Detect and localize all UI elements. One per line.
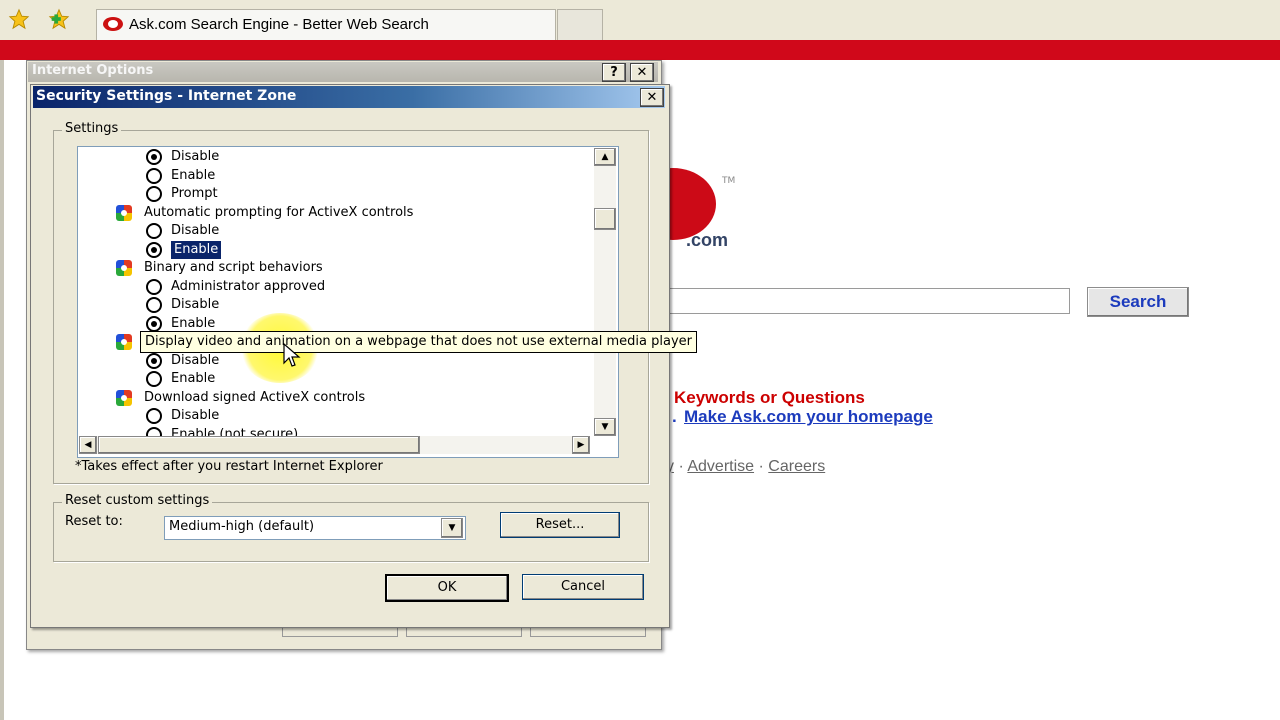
chevron-down-icon[interactable]: ▼ <box>441 518 463 538</box>
footer-links: y · Advertise · Careers <box>666 458 825 476</box>
dialog-close-button[interactable]: ✕ <box>640 88 664 107</box>
keywords-tagline: Keywords or Questions <box>674 388 865 407</box>
settings-tree-list[interactable]: Disable Enable Prompt Automatic prompting f… <box>77 146 619 458</box>
settings-category-label: Binary and script behaviors <box>144 260 323 275</box>
reset-group-label: Reset custom settings <box>62 493 213 508</box>
separator-dot: . <box>672 407 677 426</box>
settings-category-icon <box>116 260 132 276</box>
vertical-scroll-thumb[interactable] <box>594 208 616 230</box>
horizontal-scroll-thumb[interactable] <box>98 436 420 454</box>
radio-unchecked-icon[interactable] <box>146 297 162 313</box>
browser-tab-ask[interactable]: Ask.com Search Engine - Better Web Searc… <box>96 9 556 40</box>
mouse-cursor-icon <box>283 343 301 367</box>
settings-option-label: Disable <box>171 408 220 423</box>
logo-trademark: TM <box>722 176 736 186</box>
settings-category-label: Download signed ActiveX controls <box>144 389 366 405</box>
reset-to-value: Medium-high (default) <box>169 519 315 534</box>
settings-category-label: Automatic prompting for ActiveX controls <box>144 204 414 220</box>
settings-option-label: Administrator approved <box>171 278 326 294</box>
settings-option-label: Enable <box>171 315 216 331</box>
settings-category-icon <box>116 334 132 350</box>
radio-checked-icon[interactable] <box>146 241 162 258</box>
scroll-up-button[interactable]: ▲ <box>594 148 616 166</box>
settings-option-label: Enable <box>171 240 222 259</box>
restart-note: *Takes effect after you restart Internet… <box>75 459 383 474</box>
footer-link-advertise[interactable]: Advertise <box>687 458 754 475</box>
io-close-button[interactable]: ✕ <box>630 63 654 82</box>
scroll-left-button[interactable]: ◀ <box>79 436 97 454</box>
settings-option-label: Disable <box>171 352 220 368</box>
settings-category-icon <box>116 204 132 221</box>
ok-button[interactable]: OK <box>385 574 509 602</box>
search-input[interactable] <box>640 288 1070 314</box>
radio-checked-icon[interactable] <box>146 315 162 332</box>
star-icon[interactable] <box>8 8 30 30</box>
settings-option-label: Disable <box>171 149 220 164</box>
settings-option-label: Disable <box>171 223 220 238</box>
scroll-down-button[interactable]: ▼ <box>594 418 616 436</box>
security-settings-title: Security Settings - Internet Zone <box>36 88 297 104</box>
logo-com-text: .com <box>686 230 729 250</box>
reset-button[interactable]: Reset... <box>500 512 620 538</box>
radio-unchecked-icon[interactable] <box>146 186 162 202</box>
footer-link-careers[interactable]: Careers <box>768 458 825 475</box>
reset-to-label: Reset to: <box>65 514 123 529</box>
window-edge <box>0 60 4 720</box>
radio-unchecked-icon[interactable] <box>146 223 162 239</box>
help-button[interactable]: ? <box>602 63 626 82</box>
scroll-right-button[interactable]: ▶ <box>572 436 590 454</box>
radio-unchecked-icon[interactable] <box>146 167 162 184</box>
radio-checked-icon[interactable] <box>146 352 162 369</box>
settings-category-icon <box>116 389 132 406</box>
ask-header-band <box>0 40 1280 60</box>
settings-option-label: Disable <box>171 297 220 312</box>
footer-separator: · <box>678 458 688 475</box>
radio-checked-icon[interactable] <box>146 149 162 165</box>
footer-separator: · <box>758 458 769 475</box>
vertical-scrollbar[interactable] <box>594 164 616 418</box>
ask-favicon <box>103 17 123 31</box>
tab-title: Ask.com Search Engine - Better Web Searc… <box>129 16 429 33</box>
radio-unchecked-icon[interactable] <box>146 278 162 295</box>
settings-option-label: Prompt <box>171 186 218 201</box>
cancel-button[interactable]: Cancel <box>522 574 644 600</box>
settings-option-label: Enable <box>171 371 216 386</box>
setting-tooltip: Display video and animation on a webpage… <box>140 331 697 353</box>
reset-to-dropdown[interactable]: Medium-high (default) <box>164 516 466 540</box>
settings-group-label: Settings <box>62 121 122 136</box>
new-tab-button[interactable] <box>557 9 603 40</box>
internet-options-title: Internet Options <box>32 63 154 78</box>
settings-option-label: Enable <box>171 167 216 183</box>
radio-unchecked-icon[interactable] <box>146 408 162 424</box>
make-homepage-link[interactable]: Make Ask.com your homepage <box>684 407 933 427</box>
radio-unchecked-icon[interactable] <box>146 371 162 387</box>
search-button[interactable]: Search <box>1087 287 1189 317</box>
star-plus-icon[interactable] <box>48 8 70 30</box>
